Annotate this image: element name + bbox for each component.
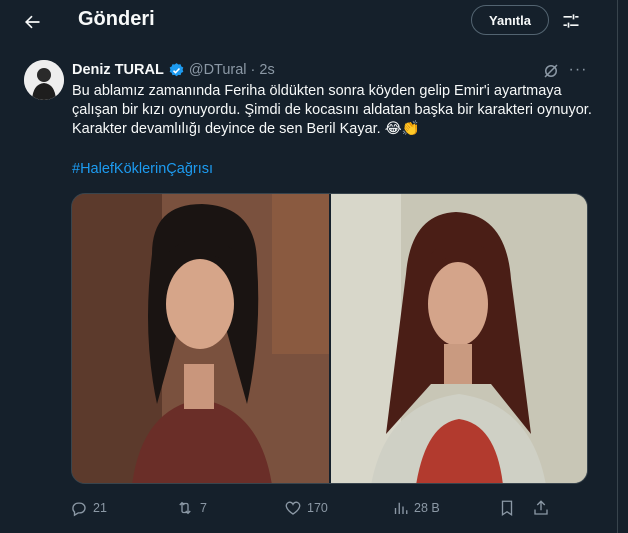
tweet-actions: 21 7 170 28 B	[70, 497, 590, 519]
tweet-media[interactable]	[71, 193, 588, 484]
verified-badge-icon	[168, 62, 185, 79]
more-icon[interactable]: ···	[566, 58, 590, 82]
reply-button[interactable]: Yanıtla	[471, 5, 549, 35]
views-action[interactable]: 28 B	[391, 497, 440, 519]
repost-count: 7	[200, 501, 207, 515]
author-name[interactable]: Deniz TURAL	[72, 62, 164, 78]
media-photo-right[interactable]	[331, 194, 587, 483]
reply-icon	[72, 502, 86, 517]
sliders-icon[interactable]	[558, 8, 584, 34]
avatar[interactable]	[24, 60, 64, 100]
bookmark-icon[interactable]	[498, 497, 521, 519]
grok-icon[interactable]	[540, 60, 562, 82]
back-arrow-icon[interactable]	[18, 8, 46, 36]
like-icon	[285, 501, 301, 515]
like-action[interactable]: 170	[284, 497, 328, 519]
reply-count: 21	[93, 501, 107, 515]
tweet-text: Bu ablamız zamanında Feriha öldükten son…	[72, 83, 592, 137]
reply-action[interactable]: 21	[70, 497, 107, 519]
scrollbar[interactable]	[619, 0, 628, 533]
page-title: Gönderi	[78, 8, 155, 30]
views-count: 28 B	[414, 501, 440, 515]
like-count: 170	[307, 501, 328, 515]
tweet-time[interactable]: 2s	[259, 62, 274, 78]
author-row: Deniz TURAL @DTural · 2s	[72, 60, 275, 80]
hashtag-link[interactable]: #HalefKöklerinÇağrısı	[72, 161, 213, 177]
tweet-detail-column: Gönderi Yanıtla Deniz TURAL @DTural · 2s…	[0, 0, 618, 533]
views-icon	[394, 502, 408, 514]
header: Gönderi Yanıtla	[0, 0, 618, 44]
share-icon[interactable]	[532, 497, 555, 519]
separator-dot: ·	[250, 62, 256, 78]
repost-icon	[179, 501, 191, 515]
media-photo-left[interactable]	[72, 194, 329, 483]
author-handle[interactable]: @DTural	[189, 62, 247, 78]
repost-action[interactable]: 7	[175, 497, 207, 519]
